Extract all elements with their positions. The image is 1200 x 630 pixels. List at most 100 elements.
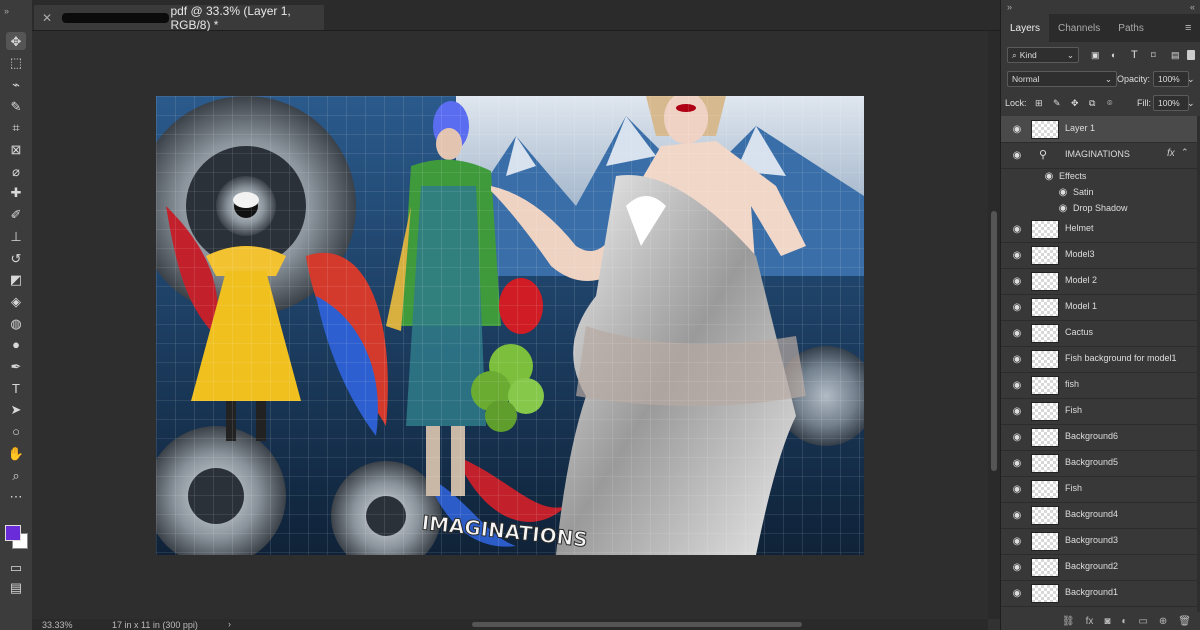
brush-tool-icon[interactable]: ✐ bbox=[6, 206, 26, 224]
lock-move-icon[interactable]: ✥ bbox=[1071, 98, 1079, 109]
visibility-eye-icon[interactable]: ◉ bbox=[1011, 379, 1023, 391]
status-menu-arrow-icon[interactable]: › bbox=[228, 619, 231, 629]
add-mask-icon[interactable]: ◙ bbox=[1104, 616, 1110, 627]
visibility-eye-icon[interactable]: ◉ bbox=[1011, 301, 1023, 313]
layer-row[interactable]: ◉ Fish background for model1 bbox=[1001, 346, 1197, 373]
panel-collapse-icon[interactable]: » bbox=[4, 6, 9, 16]
visibility-eye-icon[interactable]: ◉ bbox=[1057, 186, 1069, 198]
layer-row[interactable]: ◉ Helmet bbox=[1001, 216, 1197, 243]
quick-mask-icon[interactable]: ▭ bbox=[6, 558, 26, 576]
opacity-input[interactable]: 100% bbox=[1153, 71, 1189, 87]
hand-tool-icon[interactable]: ✋ bbox=[6, 444, 26, 462]
layer-row[interactable]: ◉ Effects bbox=[1001, 168, 1197, 184]
layer-row[interactable]: ◉ Background1 bbox=[1001, 580, 1197, 607]
tab-paths[interactable]: Paths bbox=[1109, 14, 1153, 42]
layer-row[interactable]: ◉ Background3 bbox=[1001, 528, 1197, 555]
fill-input[interactable]: 100% bbox=[1153, 95, 1189, 111]
filter-toggle-icon[interactable] bbox=[1187, 50, 1195, 60]
close-tab-icon[interactable]: ✕ bbox=[42, 11, 52, 25]
layer-row[interactable]: ◉ Satin bbox=[1001, 184, 1197, 200]
filter-smartobject-icon[interactable]: ▤ bbox=[1171, 50, 1180, 61]
panel-close-icon[interactable]: » bbox=[1007, 2, 1012, 12]
layer-row[interactable]: ◉ fish bbox=[1001, 372, 1197, 399]
chevron-down-icon[interactable]: ⌄ bbox=[1187, 74, 1195, 85]
quick-select-tool-icon[interactable]: ✎ bbox=[6, 97, 26, 115]
horizontal-scroll-thumb[interactable] bbox=[472, 622, 802, 627]
layer-row[interactable]: ◉ Model 1 bbox=[1001, 294, 1197, 321]
screen-mode-icon[interactable]: ▤ bbox=[6, 578, 26, 596]
visibility-eye-icon[interactable]: ◉ bbox=[1011, 587, 1023, 599]
eyedropper-tool-icon[interactable]: ⌀ bbox=[6, 162, 26, 180]
eraser-tool-icon[interactable]: ◩ bbox=[6, 271, 26, 289]
foreground-color-swatch[interactable] bbox=[5, 525, 21, 541]
frame-tool-icon[interactable]: ⊠ bbox=[6, 141, 26, 159]
filter-type-icon[interactable]: T bbox=[1131, 49, 1138, 61]
adjustment-layer-icon[interactable]: ◐ bbox=[1121, 616, 1127, 627]
visibility-eye-icon[interactable]: ◉ bbox=[1011, 457, 1023, 469]
visibility-eye-icon[interactable]: ◉ bbox=[1011, 149, 1023, 161]
history-brush-tool-icon[interactable]: ↺ bbox=[6, 249, 26, 267]
layer-row[interactable]: ◉ Background4 bbox=[1001, 502, 1197, 529]
filter-shape-icon[interactable]: ⌑ bbox=[1151, 50, 1156, 61]
filter-pixel-icon[interactable]: ▣ bbox=[1091, 50, 1100, 61]
lasso-tool-icon[interactable]: ⌁ bbox=[6, 75, 26, 93]
lock-transparency-icon[interactable]: ⊞ bbox=[1035, 98, 1043, 109]
layer-row[interactable]: ◉ Background5 bbox=[1001, 450, 1197, 477]
lock-all-icon[interactable]: ⌾ bbox=[1107, 98, 1112, 109]
layer-row[interactable]: ◉ ⚲ IMAGINATIONS fx ⌃ bbox=[1001, 142, 1197, 169]
layer-row[interactable]: ◉ Background6 bbox=[1001, 424, 1197, 451]
tab-channels[interactable]: Channels bbox=[1049, 14, 1109, 42]
visibility-eye-icon[interactable]: ◉ bbox=[1043, 170, 1055, 182]
lock-artboard-icon[interactable]: ⧉ bbox=[1089, 98, 1095, 109]
vertical-scroll-thumb[interactable] bbox=[991, 211, 997, 471]
layer-row[interactable]: ◉ Layer 1 bbox=[1001, 116, 1197, 143]
layer-row[interactable]: ◉ Fish bbox=[1001, 398, 1197, 425]
link-layers-icon[interactable]: ⛓ bbox=[1062, 616, 1075, 627]
panel-menu-icon[interactable]: ≡ bbox=[1185, 22, 1191, 34]
new-group-icon[interactable]: ▭ bbox=[1138, 616, 1147, 627]
visibility-eye-icon[interactable]: ◉ bbox=[1011, 509, 1023, 521]
path-select-tool-icon[interactable]: ➤ bbox=[6, 401, 26, 419]
visibility-eye-icon[interactable]: ◉ bbox=[1011, 483, 1023, 495]
layer-row[interactable]: ◉ Model 2 bbox=[1001, 268, 1197, 295]
zoom-level[interactable]: 33.33% bbox=[42, 620, 73, 630]
marquee-tool-icon[interactable]: ⬚ bbox=[6, 54, 26, 72]
clone-stamp-tool-icon[interactable]: ⊥ bbox=[6, 227, 26, 245]
visibility-eye-icon[interactable]: ◉ bbox=[1011, 561, 1023, 573]
visibility-eye-icon[interactable]: ◉ bbox=[1057, 202, 1069, 214]
move-tool-icon[interactable]: ✥ bbox=[6, 32, 26, 50]
pen-tool-icon[interactable]: ✒ bbox=[6, 358, 26, 376]
paint-bucket-tool-icon[interactable]: ◈ bbox=[6, 292, 26, 310]
lock-brush-icon[interactable]: ✎ bbox=[1053, 98, 1061, 109]
tab-layers[interactable]: Layers bbox=[1001, 14, 1050, 42]
chevron-down-icon[interactable]: ⌄ bbox=[1187, 98, 1195, 109]
layer-row[interactable]: ◉ Background2 bbox=[1001, 554, 1197, 581]
fx-icon[interactable]: fx bbox=[1167, 148, 1175, 159]
visibility-eye-icon[interactable]: ◉ bbox=[1011, 535, 1023, 547]
document-canvas[interactable]: IMAGINATIONS bbox=[156, 96, 864, 555]
new-layer-icon[interactable]: ⊕ bbox=[1159, 616, 1167, 627]
filter-adjustment-icon[interactable]: ◐ bbox=[1111, 50, 1116, 60]
zoom-tool-icon[interactable]: ⌕ bbox=[6, 466, 26, 484]
delete-layer-icon[interactable]: 🗑 bbox=[1178, 616, 1191, 627]
dodge-tool-icon[interactable]: ● bbox=[6, 336, 26, 354]
healing-brush-tool-icon[interactable]: ✚ bbox=[6, 184, 26, 202]
visibility-eye-icon[interactable]: ◉ bbox=[1011, 249, 1023, 261]
more-tools-icon[interactable]: ⋯ bbox=[6, 488, 26, 506]
visibility-eye-icon[interactable]: ◉ bbox=[1011, 223, 1023, 235]
visibility-eye-icon[interactable]: ◉ bbox=[1011, 327, 1023, 339]
add-style-icon[interactable]: fx bbox=[1086, 616, 1094, 627]
visibility-eye-icon[interactable]: ◉ bbox=[1011, 275, 1023, 287]
visibility-eye-icon[interactable]: ◉ bbox=[1011, 353, 1023, 365]
layer-row[interactable]: ◉ Drop Shadow bbox=[1001, 200, 1197, 216]
type-tool-icon[interactable]: T bbox=[6, 379, 26, 397]
vertical-scrollbar[interactable] bbox=[988, 31, 1000, 619]
blend-mode-select[interactable]: Normal ⌄ bbox=[1007, 71, 1117, 87]
filter-kind-select[interactable]: ⌕ Kind ⌄ bbox=[1007, 47, 1079, 63]
layer-row[interactable]: ◉ Cactus bbox=[1001, 320, 1197, 347]
visibility-eye-icon[interactable]: ◉ bbox=[1011, 431, 1023, 443]
document-tab[interactable]: ✕ pdf @ 33.3% (Layer 1, RGB/8) * bbox=[34, 4, 324, 32]
layer-row[interactable]: ◉ Fish bbox=[1001, 476, 1197, 503]
visibility-eye-icon[interactable]: ◉ bbox=[1011, 123, 1023, 135]
blur-tool-icon[interactable]: ◍ bbox=[6, 314, 26, 332]
